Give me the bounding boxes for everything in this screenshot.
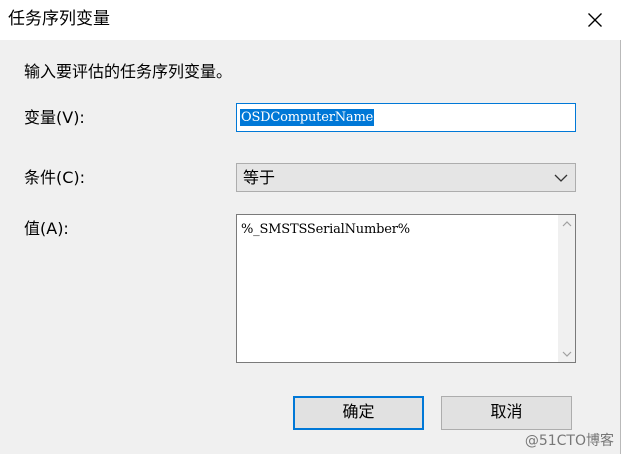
close-button[interactable]	[581, 6, 609, 34]
variable-input-value: OSDComputerName	[240, 109, 375, 126]
chevron-up-icon	[562, 220, 571, 226]
window-title: 任务序列变量	[8, 9, 110, 29]
variable-label: 变量(V):	[24, 108, 85, 127]
value-label: 值(A):	[24, 219, 69, 238]
scroll-down-button[interactable]	[558, 345, 575, 362]
title-bar: 任务序列变量	[0, 0, 621, 40]
scroll-up-button[interactable]	[558, 215, 575, 232]
cancel-button[interactable]: 取消	[441, 396, 572, 430]
condition-selected-value: 等于	[243, 168, 276, 187]
value-textarea-content: %_SMSTSSerialNumber%	[241, 222, 410, 237]
condition-label: 条件(C):	[24, 168, 86, 187]
vertical-scrollbar[interactable]	[558, 215, 575, 362]
watermark: @51CTO博客	[524, 433, 614, 449]
chevron-down-icon	[562, 351, 571, 357]
instruction-text: 输入要评估的任务序列变量。	[24, 62, 233, 81]
chevron-down-icon	[554, 174, 568, 182]
value-textarea[interactable]: %_SMSTSSerialNumber%	[236, 214, 576, 363]
variable-input[interactable]: OSDComputerName	[236, 103, 576, 132]
close-icon	[588, 13, 602, 27]
task-sequence-variable-dialog: 任务序列变量 输入要评估的任务序列变量。 变量(V): OSDComputerN…	[0, 0, 621, 454]
condition-select[interactable]: 等于	[236, 163, 576, 192]
ok-button[interactable]: 确定	[293, 396, 424, 430]
